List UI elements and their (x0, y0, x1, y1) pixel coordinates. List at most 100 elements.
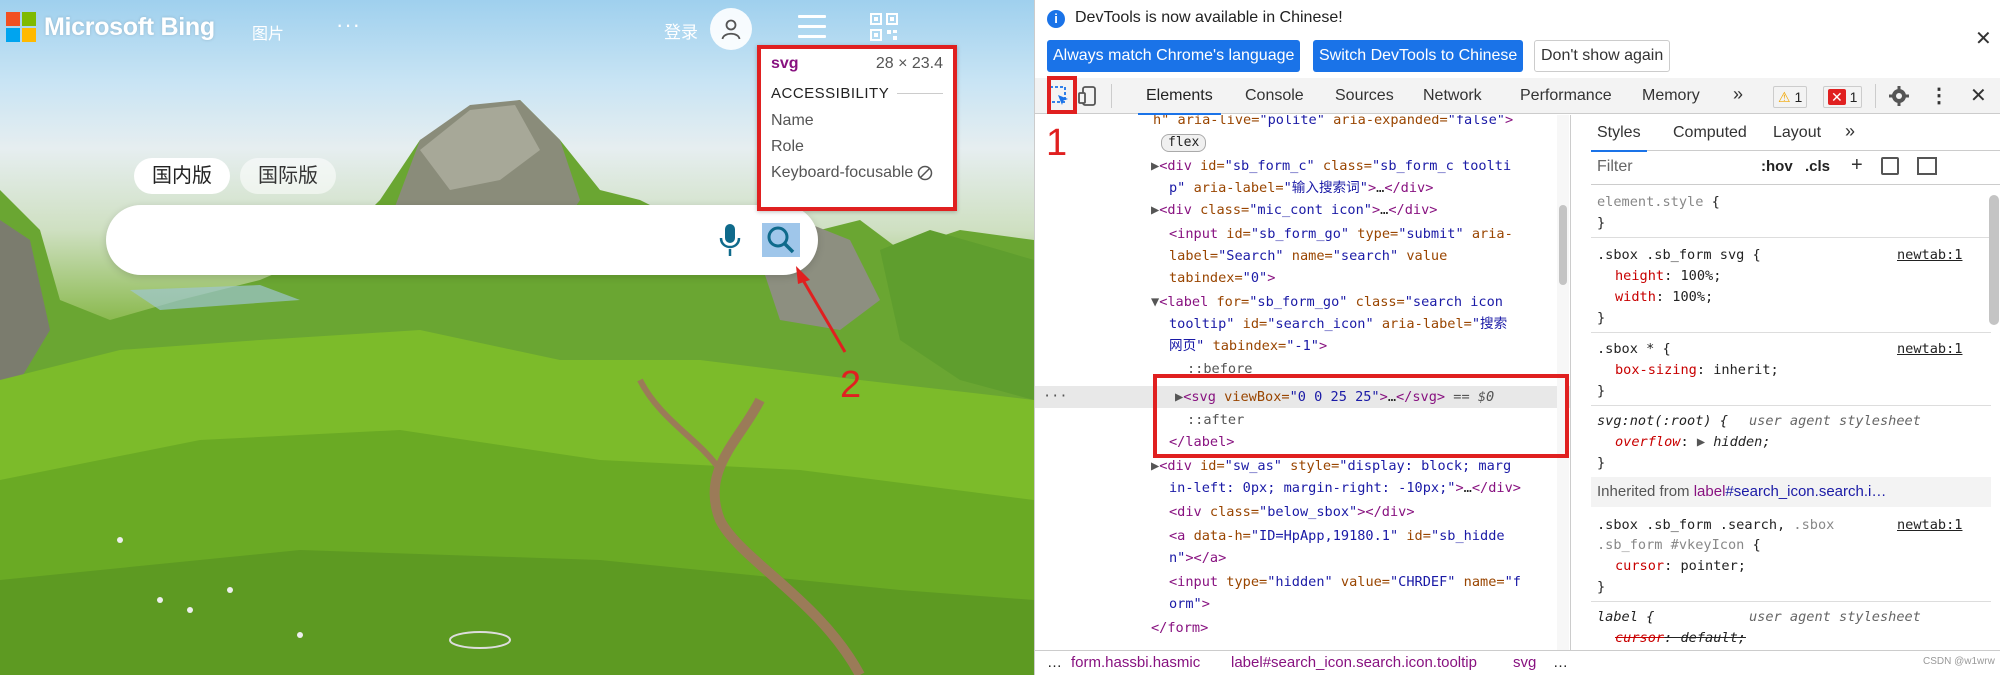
info-icon: i (1047, 10, 1065, 28)
dont-show-again-button[interactable]: Don't show again (1534, 40, 1671, 72)
style-rule-line[interactable]: } (1597, 213, 1605, 233)
error-icon: ✕ (1828, 89, 1846, 105)
user-agent-label: user agent stylesheet (1749, 413, 1921, 429)
screenshot-root: Microsoft Bing 图片 ··· 登录 国内版 国际版 svg 28 … (0, 0, 2000, 675)
dom-line[interactable]: p" aria-label="输入搜索词">…</div> (1169, 177, 1433, 199)
tab-memory[interactable]: Memory (1642, 87, 1700, 105)
dom-line[interactable]: in-left: 0px; margin-right: -10px;">…</d… (1169, 477, 1521, 499)
dom-line[interactable]: <div class="below_sbox"></div> (1169, 501, 1415, 523)
style-rule-line[interactable]: cursor: default; (1615, 628, 1746, 648)
dom-line[interactable]: n"></a> (1169, 547, 1226, 569)
dom-line[interactable]: tabindex="0"> (1169, 267, 1275, 289)
style-rule-line[interactable]: height: 100%; (1615, 266, 1721, 286)
dom-line[interactable]: h" aria-live="polite" aria-expanded="fal… (1153, 115, 1513, 131)
style-rule-line[interactable]: cursor: pointer; (1615, 556, 1746, 576)
style-rule-line[interactable]: } (1597, 381, 1605, 401)
rule-divider (1591, 237, 1991, 238)
style-rule-line[interactable]: width: 100%; (1615, 287, 1713, 307)
tab-network[interactable]: Network (1423, 87, 1482, 105)
tab-elements[interactable]: Elements (1138, 87, 1221, 115)
style-source-link[interactable]: newtab:1 (1897, 245, 1962, 265)
device-toggle-icon[interactable] (1077, 84, 1101, 108)
inherited-from-header: Inherited from label#search_icon.search.… (1591, 477, 1991, 507)
style-rule-line[interactable]: .sb_form #vkeyIcon { (1597, 535, 1761, 555)
annotation-number-2: 2 (840, 364, 862, 406)
dom-line[interactable]: ▶<div id="sw_as" style="display: block; … (1151, 455, 1511, 477)
toolbar-separator (1111, 84, 1112, 108)
breadcrumb-form[interactable]: form.hassbi.hasmic (1071, 651, 1200, 675)
dom-line[interactable]: tooltip" id="search_icon" aria-label="搜索 (1169, 313, 1507, 335)
style-rule-line[interactable]: label { (1597, 607, 1654, 627)
style-rule-line[interactable]: overflow: ▶ hidden; (1615, 432, 1771, 452)
row-options-icon[interactable]: ··· (1043, 385, 1068, 407)
rule-divider (1591, 405, 1991, 406)
tab-computed[interactable]: Computed (1673, 124, 1747, 142)
toolbar-separator (1875, 84, 1876, 108)
styles-tabs: Styles Computed Layout » (1591, 115, 2000, 152)
dom-line[interactable]: 网页" tabindex="-1"> (1169, 335, 1327, 357)
filter-input[interactable]: Filter (1597, 158, 1633, 176)
dom-line[interactable]: <input id="sb_form_go" type="submit" ari… (1169, 223, 1513, 245)
watermark: CSDN @w1wrw (1923, 656, 1995, 667)
tab-sources[interactable]: Sources (1335, 87, 1394, 105)
style-rule-line[interactable]: .sbox * { (1597, 339, 1671, 359)
more-tabs-button[interactable]: » (1733, 84, 1743, 105)
dom-line[interactable]: ▼<label for="sb_form_go" class="search i… (1151, 291, 1503, 313)
annotation-number-1: 1 (1046, 122, 1068, 164)
dom-line: flex (1161, 131, 1207, 153)
breadcrumb-ellipsis[interactable]: … (1047, 651, 1062, 675)
tab-console[interactable]: Console (1245, 87, 1304, 105)
style-rule-line[interactable]: } (1597, 308, 1605, 328)
dom-line[interactable]: orm"> (1169, 593, 1210, 615)
styles-scroll-thumb[interactable] (1989, 195, 1999, 325)
tab-styles[interactable]: Styles (1591, 124, 1647, 152)
settings-gear-icon[interactable] (1887, 84, 1911, 108)
style-rule-line[interactable]: svg:not(:root) { (1597, 411, 1728, 431)
style-source-link[interactable]: newtab:1 (1897, 515, 1962, 535)
dom-line[interactable]: ▶<div class="mic_cont icon">…</div> (1151, 199, 1437, 221)
style-rule-line[interactable]: element.style { (1597, 192, 1720, 212)
tab-layout[interactable]: Layout (1773, 124, 1821, 142)
user-agent-label: user agent stylesheet (1749, 609, 1921, 625)
paint-brush-icon[interactable] (1881, 157, 1899, 175)
hov-toggle[interactable]: :hov (1761, 158, 1793, 175)
add-rule-icon[interactable]: + (1851, 154, 1863, 177)
always-match-language-button[interactable]: Always match Chrome's language (1047, 40, 1301, 72)
annotation-box-inspect (1047, 76, 1077, 114)
sidebar-toggle-icon[interactable] (1917, 157, 1937, 175)
dom-line[interactable]: label="Search" name="search" value (1169, 245, 1447, 267)
more-styles-tabs[interactable]: » (1845, 121, 1855, 142)
dom-line[interactable]: <input type="hidden" value="CHRDEF" name… (1169, 571, 1521, 593)
breadcrumb-svg[interactable]: svg (1513, 651, 1536, 675)
rule-divider (1591, 601, 1991, 602)
annotation-arrow (796, 266, 847, 353)
styles-pane: Styles Computed Layout » Filter :hov .cl… (1591, 115, 2000, 675)
close-devtools-icon[interactable]: ✕ (1970, 83, 1987, 108)
styles-filter-bar: Filter :hov .cls + (1591, 151, 2000, 185)
bing-homepage: Microsoft Bing 图片 ··· 登录 国内版 国际版 svg 28 … (0, 0, 1034, 675)
elements-scroll-thumb[interactable] (1559, 205, 1567, 285)
style-rule-line[interactable]: .sbox .sb_form .search, .sbox (1597, 515, 1834, 535)
style-source-link[interactable]: newtab:1 (1897, 339, 1962, 359)
language-infobar: i DevTools is now available in Chinese! … (1035, 0, 2000, 75)
errors-badge[interactable]: ✕ 1 (1823, 86, 1863, 108)
warnings-badge[interactable]: ⚠ 1 (1773, 86, 1808, 108)
breadcrumb-ellipsis-right[interactable]: … (1553, 651, 1568, 675)
warning-icon: ⚠ (1778, 89, 1791, 105)
kebab-menu-icon[interactable]: ⋮ (1929, 83, 1949, 108)
dom-line[interactable]: ▶<div id="sb_form_c" class="sb_form_c to… (1151, 155, 1511, 177)
devtools-toolbar: Elements Console Sources Network Perform… (1035, 78, 2000, 115)
switch-to-chinese-button[interactable]: Switch DevTools to Chinese (1313, 40, 1524, 72)
dom-line[interactable]: <a data-h="ID=HpApp,19180.1" id="sb_hidd… (1169, 525, 1505, 547)
cls-toggle[interactable]: .cls (1805, 158, 1830, 175)
style-rule-line[interactable]: .sbox .sb_form svg { (1597, 245, 1761, 265)
rule-divider (1591, 332, 1991, 333)
style-rule-line[interactable]: } (1597, 577, 1605, 597)
breadcrumb-label[interactable]: label#search_icon.search.icon.tooltip (1231, 651, 1477, 675)
tab-performance[interactable]: Performance (1520, 87, 1612, 105)
annotation-box-svg-node (1153, 374, 1569, 458)
close-icon[interactable]: ✕ (1975, 26, 1992, 51)
style-rule-line[interactable]: } (1597, 453, 1605, 473)
style-rule-line[interactable]: box-sizing: inherit; (1615, 360, 1779, 380)
dom-line[interactable]: </form> (1151, 617, 1208, 639)
